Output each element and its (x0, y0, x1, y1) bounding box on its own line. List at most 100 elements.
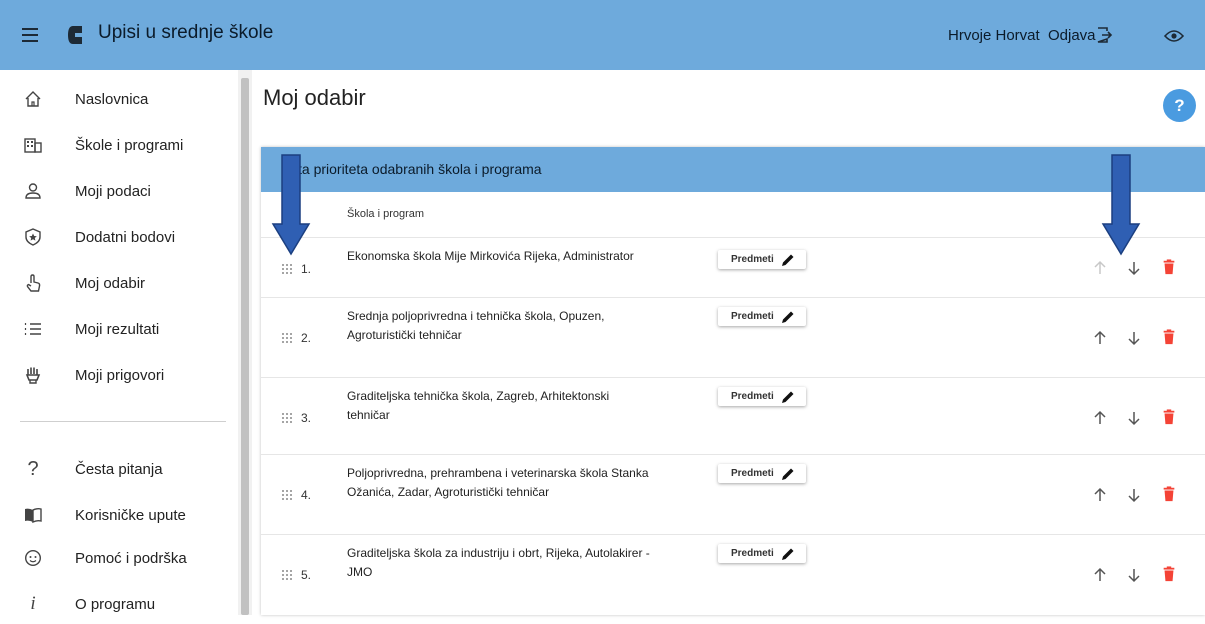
question-icon: ? (27, 457, 39, 480)
sidebar-item-label: Škole i programi (75, 136, 184, 154)
predmeti-label: Predmeti (731, 548, 774, 559)
move-down-icon[interactable] (1126, 330, 1142, 346)
delete-icon[interactable] (1161, 259, 1177, 275)
card-header: ta prioriteta odabranih škola i programa (261, 147, 1205, 192)
school-line-1: Srednja poljoprivredna i tehnička škola,… (347, 309, 605, 323)
sidebar-scrollbar[interactable] (238, 70, 252, 615)
predmeti-label: Predmeti (731, 468, 774, 479)
school-program-text: Graditeljska škola za industriju i obrt,… (347, 544, 697, 582)
person-icon (25, 183, 41, 199)
table-row[interactable]: 3. Graditeljska tehnička škola, Zagreb, … (261, 377, 1205, 455)
school-line-2: Ožanića, Zadar, Agroturistički tehničar (347, 485, 550, 499)
move-up-icon[interactable] (1092, 260, 1108, 276)
app-title: Upisi u srednje škole (98, 22, 274, 43)
page-title: Moj odabir (263, 85, 366, 110)
pencil-icon (781, 254, 794, 266)
school-program-text: Poljoprivredna, prehrambena i veterinars… (347, 464, 697, 502)
delete-icon[interactable] (1161, 329, 1177, 345)
star-badge-icon (25, 228, 41, 246)
move-down-icon[interactable] (1126, 487, 1142, 503)
delete-icon[interactable] (1161, 566, 1177, 582)
pencil-icon (781, 311, 794, 323)
drag-handle-icon[interactable] (281, 569, 293, 581)
school-program-text: Ekonomska škola Mije Mirkovića Rijeka, A… (347, 247, 697, 266)
predmeti-button[interactable]: Predmeti (718, 464, 806, 483)
app-logo-icon (68, 26, 82, 44)
annotation-arrow-down-icon (1101, 154, 1141, 256)
info-icon: i (30, 593, 36, 614)
predmeti-label: Predmeti (731, 254, 774, 265)
card-title: ta prioriteta odabranih škola i programa (298, 161, 542, 177)
school-line-2: tehničar (347, 408, 390, 422)
sidebar-item-moji-podaci[interactable]: Moji podaci (0, 171, 238, 211)
user-name[interactable]: Hrvoje Horvat (948, 27, 1040, 44)
sidebar-item-cesta-pitanja[interactable]: ? Česta pitanja (0, 449, 238, 489)
sidebar-item-label: Moji prigovori (75, 366, 165, 384)
school-program-text: Graditeljska tehnička škola, Zagreb, Arh… (347, 387, 697, 425)
hamburger-menu-icon[interactable] (22, 28, 38, 42)
move-down-icon[interactable] (1126, 567, 1142, 583)
pencil-icon (781, 391, 794, 403)
pencil-icon (781, 468, 794, 480)
drag-handle-icon[interactable] (281, 263, 293, 275)
scrollbar-thumb[interactable] (241, 78, 249, 615)
delete-icon[interactable] (1161, 409, 1177, 425)
predmeti-button[interactable]: Predmeti (718, 250, 806, 269)
row-number: 1. (301, 262, 312, 276)
drag-handle-icon[interactable] (281, 332, 293, 344)
predmeti-button[interactable]: Predmeti (718, 387, 806, 406)
list-icon (24, 323, 41, 335)
move-up-icon[interactable] (1092, 567, 1108, 583)
predmeti-button[interactable]: Predmeti (718, 307, 806, 326)
school-line-1: Poljoprivredna, prehrambena i veterinars… (347, 466, 649, 480)
table-row[interactable]: 1. Ekonomska škola Mije Mirkovića Rijeka… (261, 237, 1205, 298)
sidebar-item-korisnicke-upute[interactable]: Korisničke upute (0, 495, 238, 535)
sidebar-item-skole[interactable]: Škole i programi (0, 125, 238, 165)
drag-handle-icon[interactable] (281, 489, 293, 501)
move-up-icon[interactable] (1092, 330, 1108, 346)
sidebar-item-label: Moj odabir (75, 274, 146, 292)
book-icon (25, 507, 42, 524)
move-up-icon[interactable] (1092, 410, 1108, 426)
sidebar-item-label: Moji podaci (75, 182, 151, 200)
priority-list-card: ta prioriteta odabranih škola i programa… (261, 147, 1205, 615)
sidebar-item-moji-prigovori[interactable]: Moji prigovori (0, 355, 238, 395)
drag-handle-icon[interactable] (281, 412, 293, 424)
sidebar-item-moj-odabir[interactable]: Moj odabir (0, 263, 238, 303)
logout-link[interactable]: Odjava (1048, 27, 1096, 44)
delete-icon[interactable] (1161, 486, 1177, 502)
row-number: 2. (301, 331, 312, 345)
raised-hand-icon (25, 367, 41, 384)
sidebar-item-moji-rezultati[interactable]: Moji rezultati (0, 309, 238, 349)
move-up-icon[interactable] (1092, 487, 1108, 503)
sidebar-item-dodatni-bodovi[interactable]: Dodatni bodovi (0, 217, 238, 257)
school-line-2: Agroturistički tehničar (347, 328, 462, 342)
home-icon (25, 91, 41, 107)
pencil-icon (781, 548, 794, 560)
table-row[interactable]: 2. Srednja poljoprivredna i tehnička ško… (261, 297, 1205, 378)
school-line-1: Graditeljska škola za industriju i obrt,… (347, 546, 650, 560)
row-number: 4. (301, 488, 312, 502)
sidebar-item-o-programu[interactable]: i O programu (0, 584, 238, 624)
sidebar-item-label: Česta pitanja (75, 460, 163, 478)
sidebar-item-naslovnica[interactable]: Naslovnica (0, 79, 238, 119)
school-program-text: Srednja poljoprivredna i tehnička škola,… (347, 307, 697, 345)
move-down-icon[interactable] (1126, 260, 1142, 276)
help-button[interactable]: ? (1163, 89, 1196, 122)
support-face-icon (24, 549, 42, 567)
row-number: 5. (301, 568, 312, 582)
annotation-arrow-down-icon (271, 154, 311, 256)
move-down-icon[interactable] (1126, 410, 1142, 426)
sidebar-divider (20, 421, 226, 422)
sidebar-item-label: Moji rezultati (75, 320, 160, 338)
sidebar: Naslovnica Škole i programi Moji podaci … (0, 70, 252, 615)
sidebar-item-pomoc[interactable]: Pomoć i podrška (0, 538, 238, 578)
sidebar-item-label: Korisničke upute (75, 506, 186, 524)
sidebar-item-label: Pomoć i podrška (75, 549, 187, 567)
table-row[interactable]: 5. Graditeljska škola za industriju i ob… (261, 534, 1205, 616)
top-app-bar: Upisi u srednje škole Hrvoje Horvat Odja… (0, 0, 1205, 70)
logout-icon[interactable] (1094, 25, 1114, 45)
table-row[interactable]: 4. Poljoprivredna, prehrambena i veterin… (261, 454, 1205, 535)
predmeti-button[interactable]: Predmeti (718, 544, 806, 563)
eye-icon[interactable] (1164, 28, 1184, 44)
